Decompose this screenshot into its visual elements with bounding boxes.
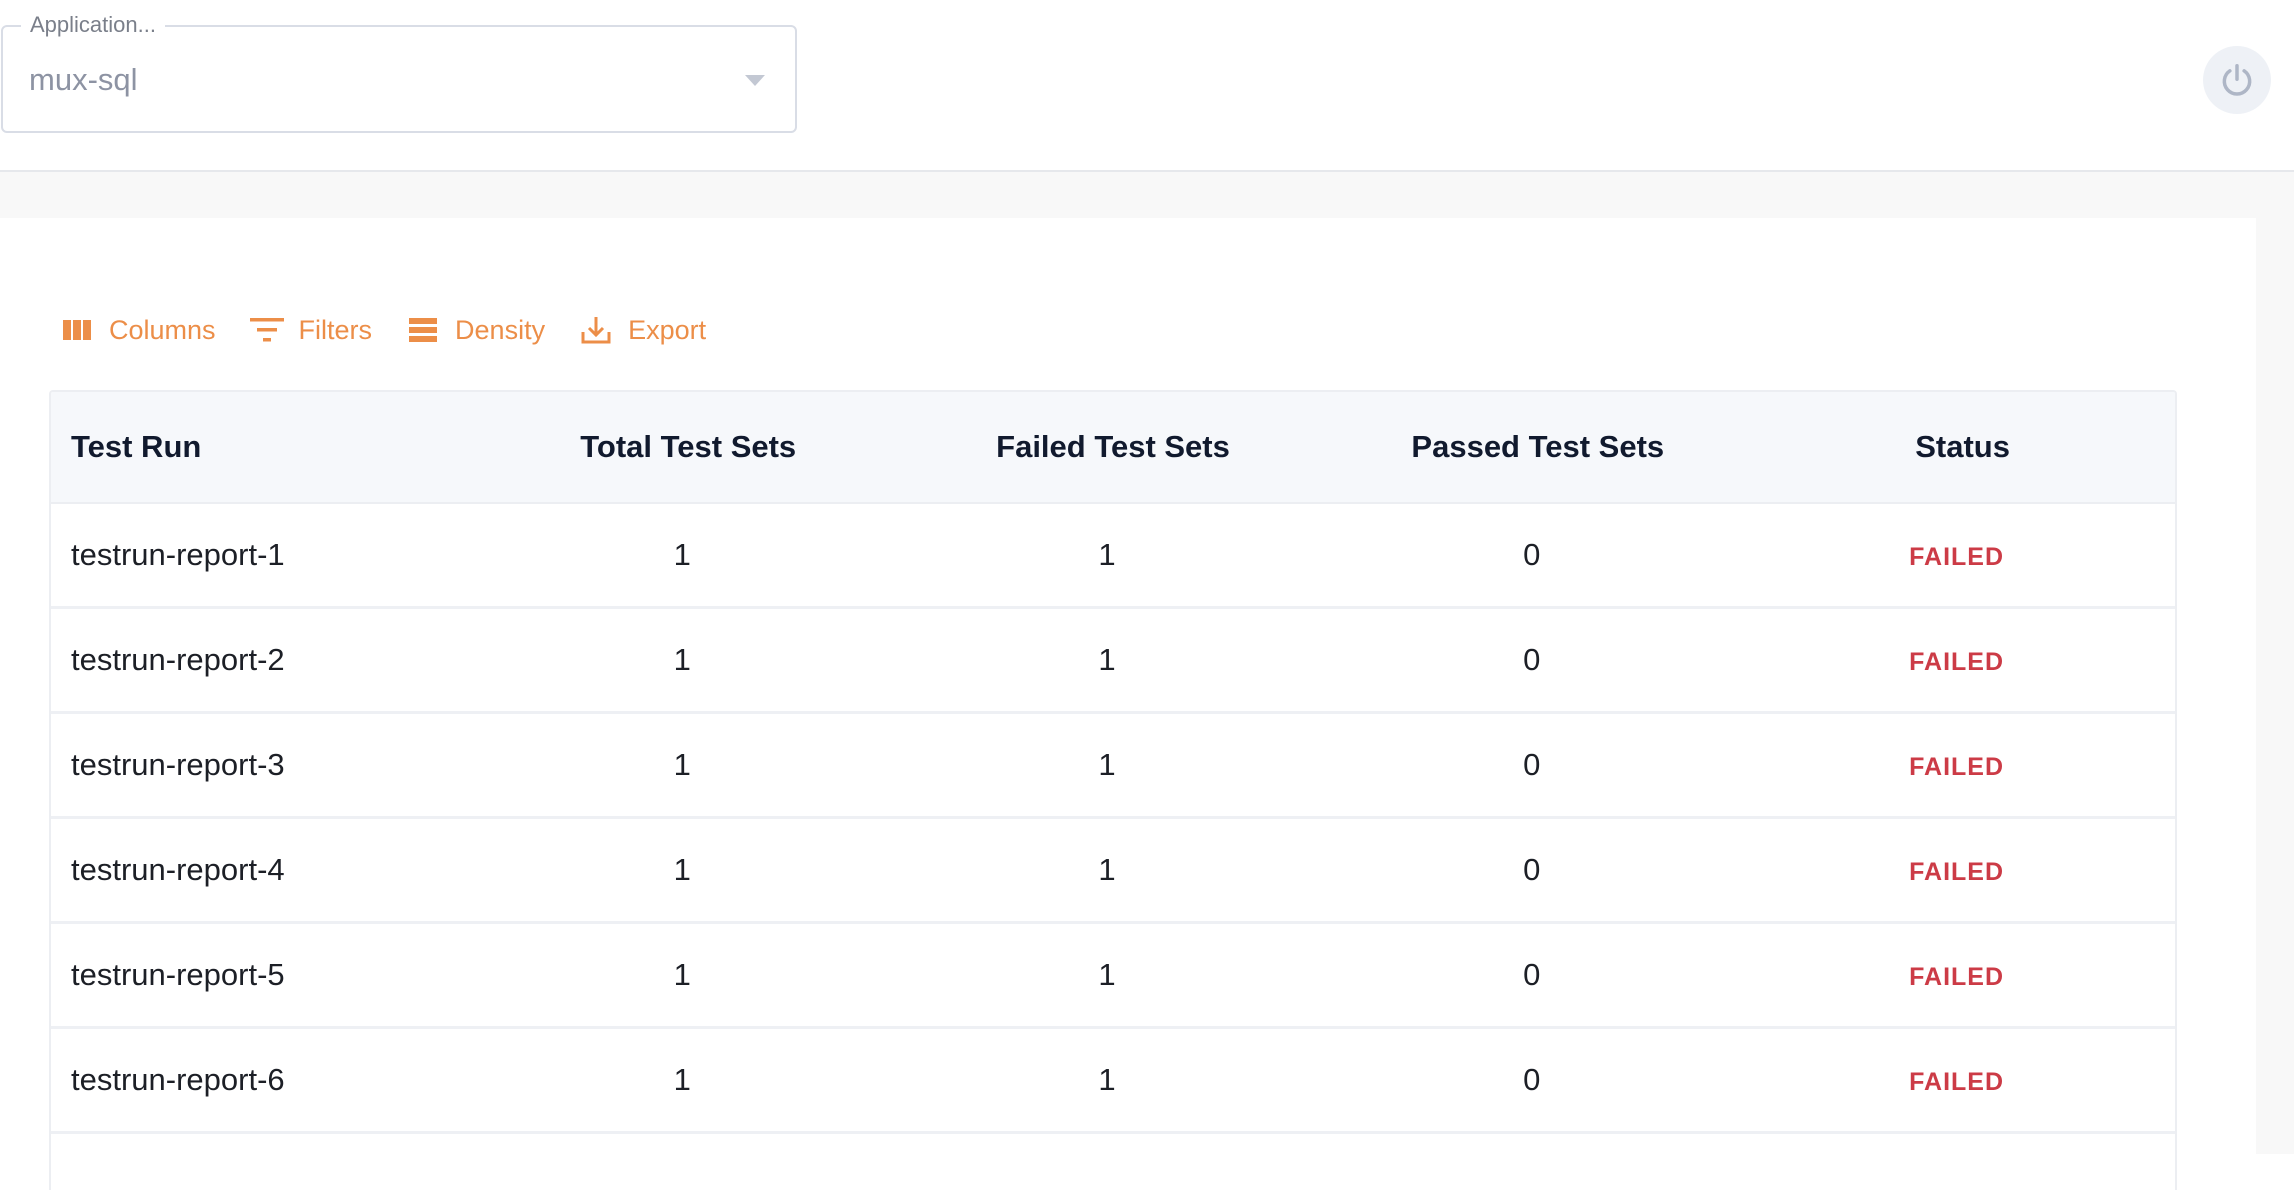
status-cell: FAILED [1750,852,2175,888]
status-badge: FAILED [1909,648,2005,676]
table-header-row: Test Run Total Test Sets Failed Test Set… [51,392,2175,504]
test-run-cell: testrun-report-6 [71,1062,285,1097]
passed-test-sets-cell: 0 [1523,747,1541,782]
application-select[interactable]: Application... mux-sql [1,12,797,133]
top-bar: Application... mux-sql [0,0,2294,172]
export-button[interactable]: Export [579,313,706,347]
failed-test-sets-cell: 1 [1098,747,1116,782]
table-row[interactable]: testrun-report-1 1 1 0 FAILED [51,504,2175,609]
failed-test-sets-cell: 1 [1098,957,1116,992]
failed-test-sets-cell: 1 [1098,1062,1116,1097]
status-badge: FAILED [1909,858,2005,886]
failed-test-sets-cell: 1 [1098,537,1116,572]
column-header-status[interactable]: Status [1750,429,2175,465]
power-icon [2222,64,2252,96]
test-run-cell: testrun-report-1 [71,537,285,572]
test-run-cell: testrun-report-5 [71,957,285,992]
total-test-sets-cell: 1 [673,957,691,992]
columns-button[interactable]: Columns [60,313,216,347]
grid-toolbar: Columns Filters Density Export [60,308,740,352]
table-row[interactable]: testrun-report-4 1 1 0 FAILED [51,819,2175,924]
test-run-cell: testrun-report-2 [71,642,285,677]
test-run-cell: testrun-report-3 [71,747,285,782]
passed-test-sets-cell: 0 [1523,1062,1541,1097]
status-badge: FAILED [1909,543,2005,571]
passed-test-sets-cell: 0 [1523,537,1541,572]
test-run-table: Test Run Total Test Sets Failed Test Set… [49,390,2177,1190]
total-test-sets-cell: 1 [673,537,691,572]
status-cell: FAILED [1750,747,2175,783]
application-select-label: Application... [21,12,165,38]
table-row[interactable]: testrun-report-2 1 1 0 FAILED [51,609,2175,714]
test-run-cell: testrun-report-4 [71,852,285,887]
total-test-sets-cell: 1 [673,747,691,782]
total-test-sets-cell: 1 [673,852,691,887]
caret-down-icon[interactable] [745,75,765,86]
density-icon [406,313,440,347]
table-row[interactable]: testrun-report-3 1 1 0 FAILED [51,714,2175,819]
filter-icon [249,313,284,347]
failed-test-sets-cell: 1 [1098,852,1116,887]
filters-label: Filters [298,314,373,345]
application-select-value: mux-sql [29,62,138,97]
passed-test-sets-cell: 0 [1523,957,1541,992]
columns-icon [60,313,94,347]
status-cell: FAILED [1750,537,2175,573]
density-button[interactable]: Density [406,313,545,347]
download-icon [579,313,613,347]
total-test-sets-cell: 1 [673,1062,691,1097]
columns-label: Columns [109,314,216,345]
table-row[interactable]: testrun-report-5 1 1 0 FAILED [51,924,2175,1029]
passed-test-sets-cell: 0 [1523,642,1541,677]
column-header-test-run[interactable]: Test Run [51,429,476,465]
passed-test-sets-cell: 0 [1523,852,1541,887]
failed-test-sets-cell: 1 [1098,642,1116,677]
filters-button[interactable]: Filters [249,313,373,347]
total-test-sets-cell: 1 [673,642,691,677]
status-badge: FAILED [1909,1068,2005,1096]
status-badge: FAILED [1909,963,2005,991]
table-row[interactable]: testrun-report-6 1 1 0 FAILED [51,1029,2175,1134]
column-header-passed-test-sets[interactable]: Passed Test Sets [1325,429,1750,465]
density-label: Density [455,314,546,345]
power-button[interactable] [2203,46,2271,114]
report-card: Columns Filters Density Export Test Run … [0,218,2256,1190]
column-header-failed-test-sets[interactable]: Failed Test Sets [901,429,1326,465]
status-cell: FAILED [1750,957,2175,993]
status-cell: FAILED [1750,642,2175,678]
status-badge: FAILED [1909,753,2005,781]
column-header-total-test-sets[interactable]: Total Test Sets [476,429,901,465]
status-cell: FAILED [1750,1062,2175,1098]
export-label: Export [628,314,707,345]
page-content: Columns Filters Density Export Test Run … [0,172,2294,1190]
